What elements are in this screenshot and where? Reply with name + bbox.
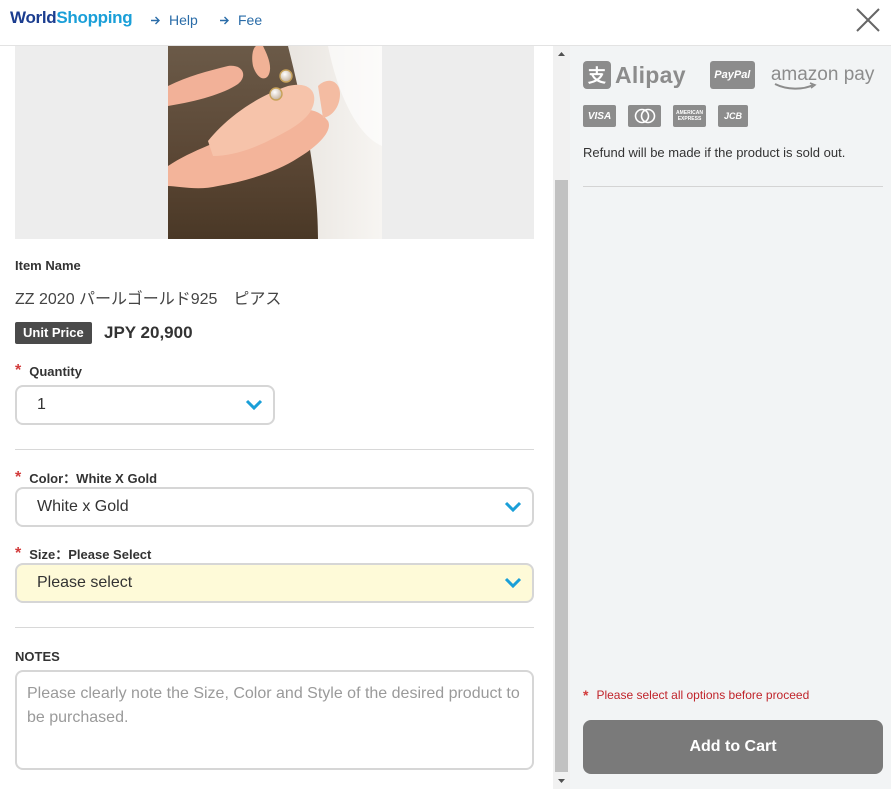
quantity-label: * Quantity bbox=[15, 363, 82, 379]
required-asterisk: * bbox=[15, 468, 22, 486]
nav-help-link[interactable]: Help bbox=[150, 12, 198, 28]
nav-fee-label: Fee bbox=[238, 12, 263, 28]
color-value: White x Gold bbox=[37, 498, 129, 515]
visa-card-icon: VISA bbox=[583, 105, 616, 127]
size-label-text: Size：Please Select bbox=[29, 547, 152, 562]
color-label: * Color：White X Gold bbox=[15, 468, 157, 487]
notes-textarea[interactable] bbox=[15, 670, 534, 770]
alipay-label: Alipay bbox=[615, 61, 686, 88]
scroll-down-arrow-icon[interactable] bbox=[553, 772, 570, 789]
quantity-select[interactable]: 1 bbox=[15, 385, 275, 425]
divider bbox=[15, 627, 534, 628]
close-button[interactable] bbox=[854, 6, 882, 34]
amazon-pay-logo: amazon pay bbox=[771, 64, 874, 90]
quantity-label-text: Quantity bbox=[29, 363, 82, 379]
divider bbox=[15, 449, 534, 450]
color-label-text: Color：White X Gold bbox=[29, 471, 158, 486]
scroll-up-arrow-icon[interactable] bbox=[553, 46, 570, 63]
arrow-right-icon bbox=[220, 16, 229, 24]
header: WorldShopping Help Fee bbox=[0, 0, 891, 46]
divider bbox=[583, 186, 883, 187]
required-asterisk: * bbox=[15, 544, 22, 562]
payment-methods-row: 支 Alipay PayPal amazon pay bbox=[583, 61, 874, 90]
alipay-logo: 支 Alipay bbox=[583, 61, 686, 89]
options-warning-text: Please select all options before proceed bbox=[596, 688, 810, 702]
nav-help-label: Help bbox=[169, 12, 198, 28]
size-value: Please select bbox=[37, 574, 133, 591]
options-warning: * Please select all options before proce… bbox=[583, 688, 809, 702]
mastercard-card-icon bbox=[628, 105, 661, 127]
alipay-icon: 支 bbox=[583, 61, 611, 89]
add-to-cart-button[interactable]: Add to Cart bbox=[583, 720, 883, 774]
required-asterisk: * bbox=[15, 362, 22, 379]
jcb-card-icon: JCB bbox=[718, 105, 748, 127]
amex-card-icon: AMERICAN EXPRESS bbox=[673, 105, 706, 127]
close-icon bbox=[856, 8, 880, 32]
card-brands-row: VISA AMERICAN EXPRESS JCB bbox=[583, 105, 760, 127]
notes-label: NOTES bbox=[15, 649, 60, 664]
chevron-down-icon bbox=[504, 501, 522, 513]
item-name-label: Item Name bbox=[15, 258, 81, 273]
amazon-smile-icon bbox=[774, 82, 817, 90]
logo-text: WorldShopping bbox=[10, 8, 133, 27]
worldshopping-logo[interactable]: WorldShopping bbox=[10, 8, 133, 28]
product-photo[interactable] bbox=[168, 46, 382, 239]
scrollbar[interactable] bbox=[553, 46, 570, 789]
unit-price-badge: Unit Price bbox=[15, 322, 92, 344]
arrow-right-icon bbox=[151, 16, 160, 24]
required-asterisk: * bbox=[583, 687, 589, 703]
chevron-down-icon bbox=[245, 399, 263, 411]
unit-price: JPY 20,900 bbox=[104, 323, 193, 342]
quantity-value: 1 bbox=[37, 396, 46, 413]
size-select[interactable]: Please select bbox=[15, 563, 534, 603]
cart-panel: 支 Alipay PayPal amazon pay VISA AMERICAN… bbox=[570, 46, 891, 789]
product-image-frame bbox=[15, 46, 534, 239]
product-photo-image bbox=[168, 46, 382, 239]
refund-note: Refund will be made if the product is so… bbox=[583, 145, 846, 160]
paypal-logo: PayPal bbox=[709, 61, 755, 89]
size-label: * Size：Please Select bbox=[15, 544, 151, 563]
scrollbar-thumb[interactable] bbox=[555, 180, 568, 772]
item-name: ZZ 2020 パールゴールド925 ピアス bbox=[15, 291, 282, 308]
product-panel: Item Name ZZ 2020 パールゴールド925 ピアス Unit Pr… bbox=[0, 46, 553, 789]
chevron-down-icon bbox=[504, 577, 522, 589]
nav-fee-link[interactable]: Fee bbox=[219, 12, 262, 28]
color-select[interactable]: White x Gold bbox=[15, 487, 534, 527]
